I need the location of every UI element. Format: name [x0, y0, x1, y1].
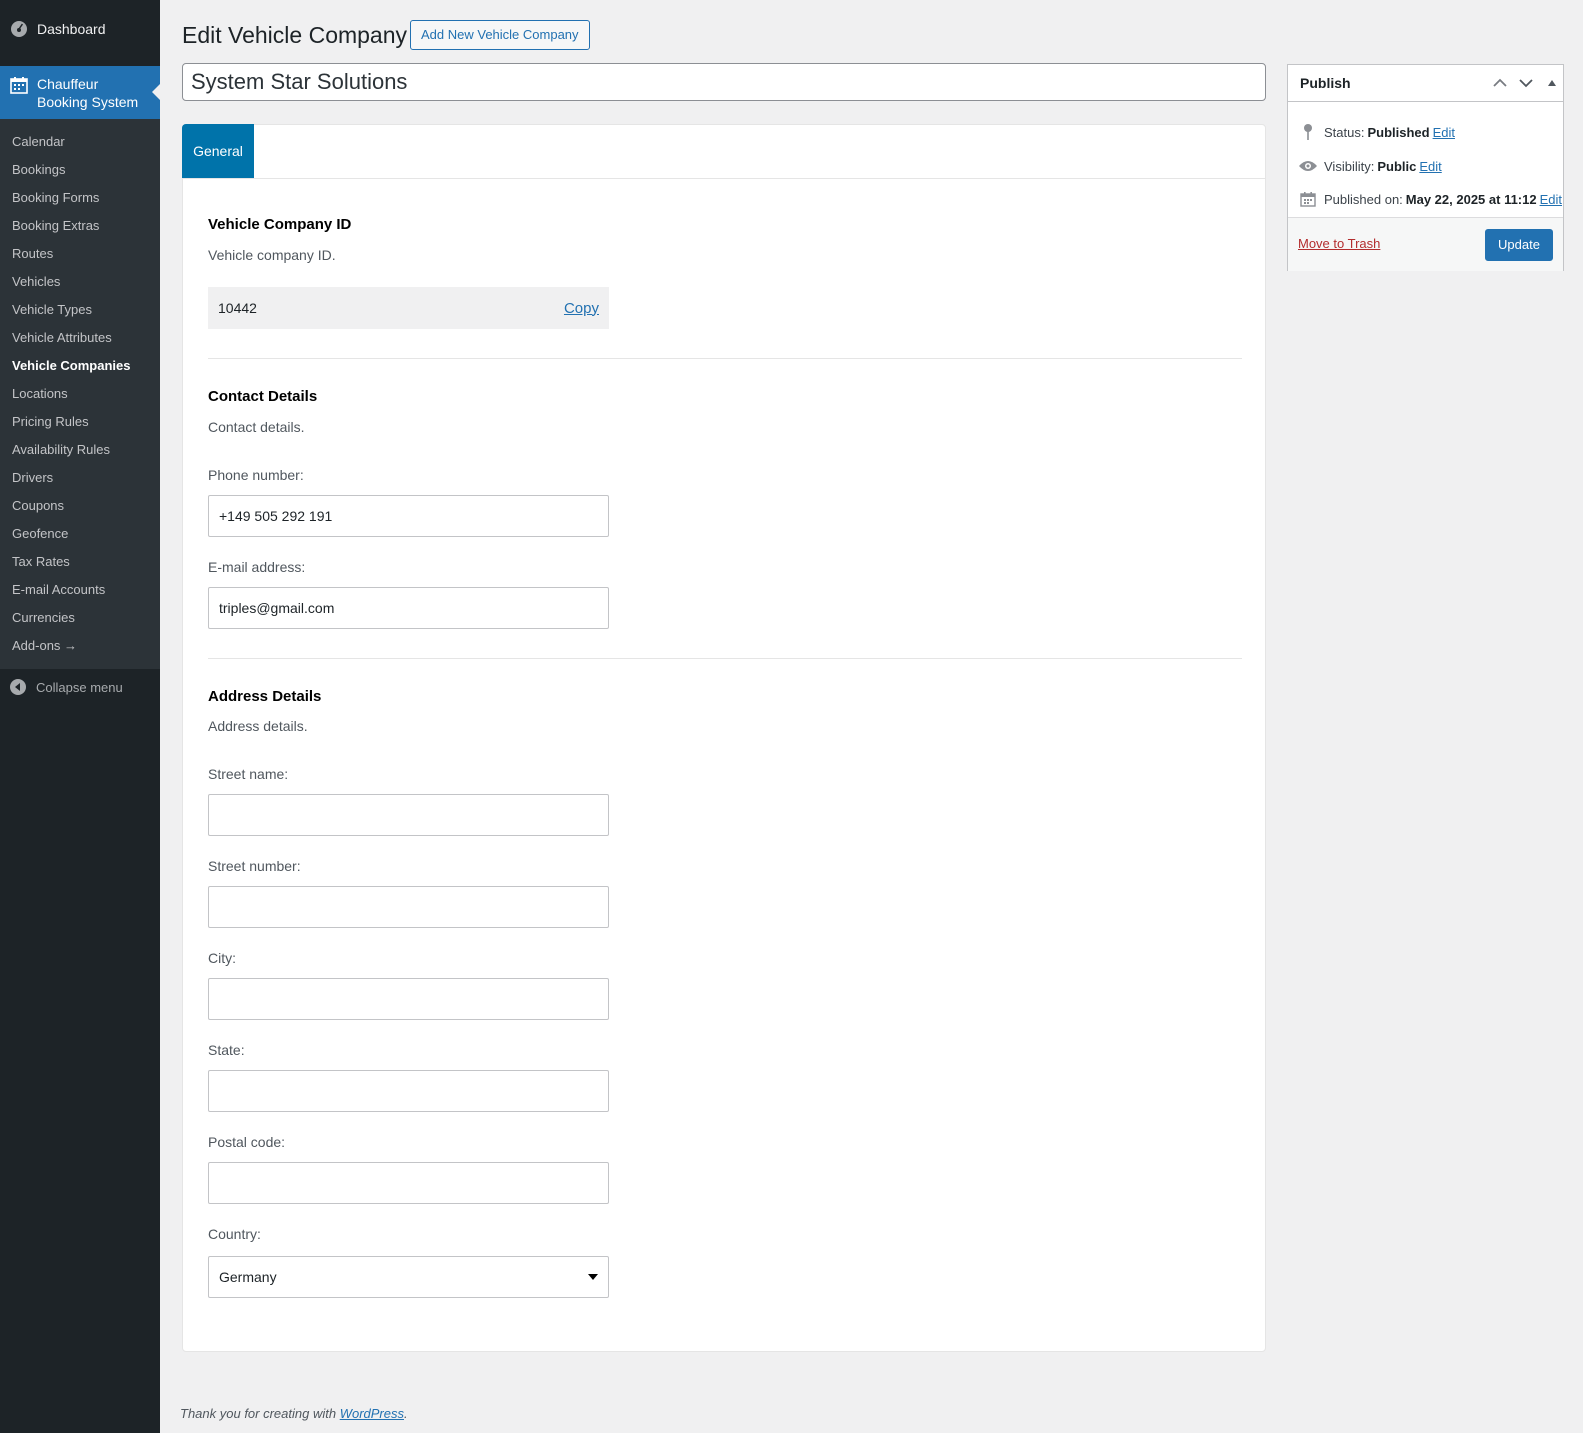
city-field[interactable] — [208, 978, 609, 1020]
sidebar-item-vehicles[interactable]: Vehicles — [0, 268, 160, 296]
add-new-vehicle-company-button[interactable]: Add New Vehicle Company — [410, 20, 590, 50]
post-title-input[interactable] — [182, 63, 1266, 101]
state-field[interactable] — [208, 1070, 609, 1112]
footer-text: Thank you for creating with — [180, 1406, 337, 1421]
publish-box-header: Publish — [1288, 65, 1563, 102]
sidebar-item-routes[interactable]: Routes — [0, 240, 160, 268]
sidebar-item-coupons[interactable]: Coupons — [0, 492, 160, 520]
update-button[interactable]: Update — [1485, 229, 1553, 261]
published-on-label: Published on: — [1324, 191, 1403, 207]
phone-number-field[interactable] — [208, 495, 609, 537]
collapse-icon — [10, 678, 28, 696]
postal-code-label: Postal code: — [208, 1134, 286, 1150]
sidebar-item-chauffeur-booking-system[interactable]: Chauffeur Booking System — [0, 66, 160, 119]
state-label: State: — [208, 1042, 245, 1058]
street-number-field[interactable] — [208, 886, 609, 928]
section-desc-vehicle-company-id: Vehicle company ID. — [208, 247, 336, 263]
sidebar-item-geofence[interactable]: Geofence — [0, 520, 160, 548]
sidebar-submenu: Calendar Bookings Booking Forms Booking … — [0, 119, 160, 669]
sidebar-item-vehicle-types[interactable]: Vehicle Types — [0, 296, 160, 324]
street-number-label: Street number: — [208, 858, 301, 874]
street-name-label: Street name: — [208, 766, 289, 782]
section-divider — [208, 658, 1242, 659]
visibility-value: Public — [1377, 158, 1417, 174]
edit-status-link[interactable]: Edit — [1433, 125, 1455, 140]
sidebar-item-bookings[interactable]: Bookings — [0, 156, 160, 184]
email-address-label: E-mail address: — [208, 559, 306, 575]
sidebar-item-vehicle-companies[interactable]: Vehicle Companies — [0, 352, 160, 380]
visibility-label: Visibility: — [1324, 158, 1375, 174]
sidebar-item-add-ons[interactable]: Add-ons → — [0, 632, 160, 660]
eye-icon — [1298, 156, 1318, 176]
tab-general[interactable]: General — [182, 124, 254, 178]
dashboard-icon — [10, 20, 28, 38]
section-title-address-details: Address Details — [208, 688, 322, 705]
sidebar-item-label: Dashboard — [37, 21, 106, 37]
edit-visibility-link[interactable]: Edit — [1419, 159, 1441, 174]
publish-date-row: Published on: May 22, 2025 at 11:12 Edit — [1298, 189, 1562, 209]
section-title-contact-details: Contact Details — [208, 388, 318, 405]
wordpress-link[interactable]: WordPress — [340, 1406, 404, 1421]
status-label: Status: — [1324, 124, 1365, 140]
active-label-line2: Booking System — [37, 94, 139, 110]
country-selected-value: Germany — [219, 1269, 277, 1285]
sidebar-item-booking-extras[interactable]: Booking Extras — [0, 212, 160, 240]
vehicle-company-id-value: 10442 — [218, 300, 257, 316]
sidebar-item-currencies[interactable]: Currencies — [0, 604, 160, 632]
dropdown-caret-icon — [588, 1274, 598, 1280]
sidebar-item-locations[interactable]: Locations — [0, 380, 160, 408]
edit-date-link[interactable]: Edit — [1540, 192, 1562, 207]
sidebar-item-drivers[interactable]: Drivers — [0, 464, 160, 492]
tab-bar: General — [182, 124, 1265, 179]
city-label: City: — [208, 950, 236, 966]
publish-status-row: Status: Published Edit — [1298, 122, 1455, 142]
section-desc-contact-details: Contact details. — [208, 419, 305, 435]
publish-box-title: Publish — [1300, 75, 1351, 91]
active-label-line1: Chauffeur — [37, 76, 99, 92]
country-select[interactable]: Germany — [208, 1256, 609, 1298]
collapse-menu-button[interactable]: Collapse menu — [0, 669, 160, 705]
publish-box: Publish Status: Published Edit Visibilit… — [1287, 64, 1564, 271]
footer-suffix: . — [404, 1406, 408, 1421]
calendar-icon — [1298, 189, 1318, 209]
sidebar-item-dashboard[interactable]: Dashboard — [0, 0, 160, 58]
sidebar-item-pricing-rules[interactable]: Pricing Rules — [0, 408, 160, 436]
copy-id-link[interactable]: Copy — [564, 300, 599, 317]
phone-number-label: Phone number: — [208, 467, 304, 483]
toggle-panel-icon[interactable] — [1543, 74, 1561, 92]
collapse-label: Collapse menu — [36, 679, 123, 695]
street-name-field[interactable] — [208, 794, 609, 836]
sidebar-item-availability-rules[interactable]: Availability Rules — [0, 436, 160, 464]
section-title-vehicle-company-id: Vehicle Company ID — [208, 216, 352, 233]
postal-code-field[interactable] — [208, 1162, 609, 1204]
status-value: Published — [1367, 124, 1430, 140]
sidebar-item-booking-forms[interactable]: Booking Forms — [0, 184, 160, 212]
publish-visibility-row: Visibility: Public Edit — [1298, 156, 1442, 176]
calendar-icon — [10, 76, 28, 94]
country-label: Country: — [208, 1226, 261, 1242]
pin-icon — [1298, 122, 1318, 142]
publish-actions: Move to Trash Update — [1288, 217, 1563, 271]
vehicle-company-id-box: 10442 Copy — [208, 287, 609, 329]
move-to-trash-link[interactable]: Move to Trash — [1298, 236, 1380, 251]
admin-footer: Thank you for creating with WordPress. — [180, 1406, 408, 1421]
email-address-field[interactable] — [208, 587, 609, 629]
admin-sidebar: Dashboard Chauffeur Booking System Calen… — [0, 0, 160, 1433]
sidebar-item-calendar[interactable]: Calendar — [0, 128, 160, 156]
sidebar-active-label: Chauffeur Booking System — [37, 75, 138, 111]
move-up-icon[interactable] — [1491, 74, 1509, 92]
sidebar-item-email-accounts[interactable]: E-mail Accounts — [0, 576, 160, 604]
vehicle-company-meta-panel: General Vehicle Company ID Vehicle compa… — [182, 124, 1266, 1352]
published-on-value: May 22, 2025 at 11:12 — [1405, 191, 1537, 207]
section-divider — [208, 358, 1242, 359]
sidebar-item-vehicle-attributes[interactable]: Vehicle Attributes — [0, 324, 160, 352]
section-desc-address-details: Address details. — [208, 718, 308, 734]
move-down-icon[interactable] — [1517, 74, 1535, 92]
sidebar-item-tax-rates[interactable]: Tax Rates — [0, 548, 160, 576]
page-title: Edit Vehicle Company — [182, 22, 408, 48]
